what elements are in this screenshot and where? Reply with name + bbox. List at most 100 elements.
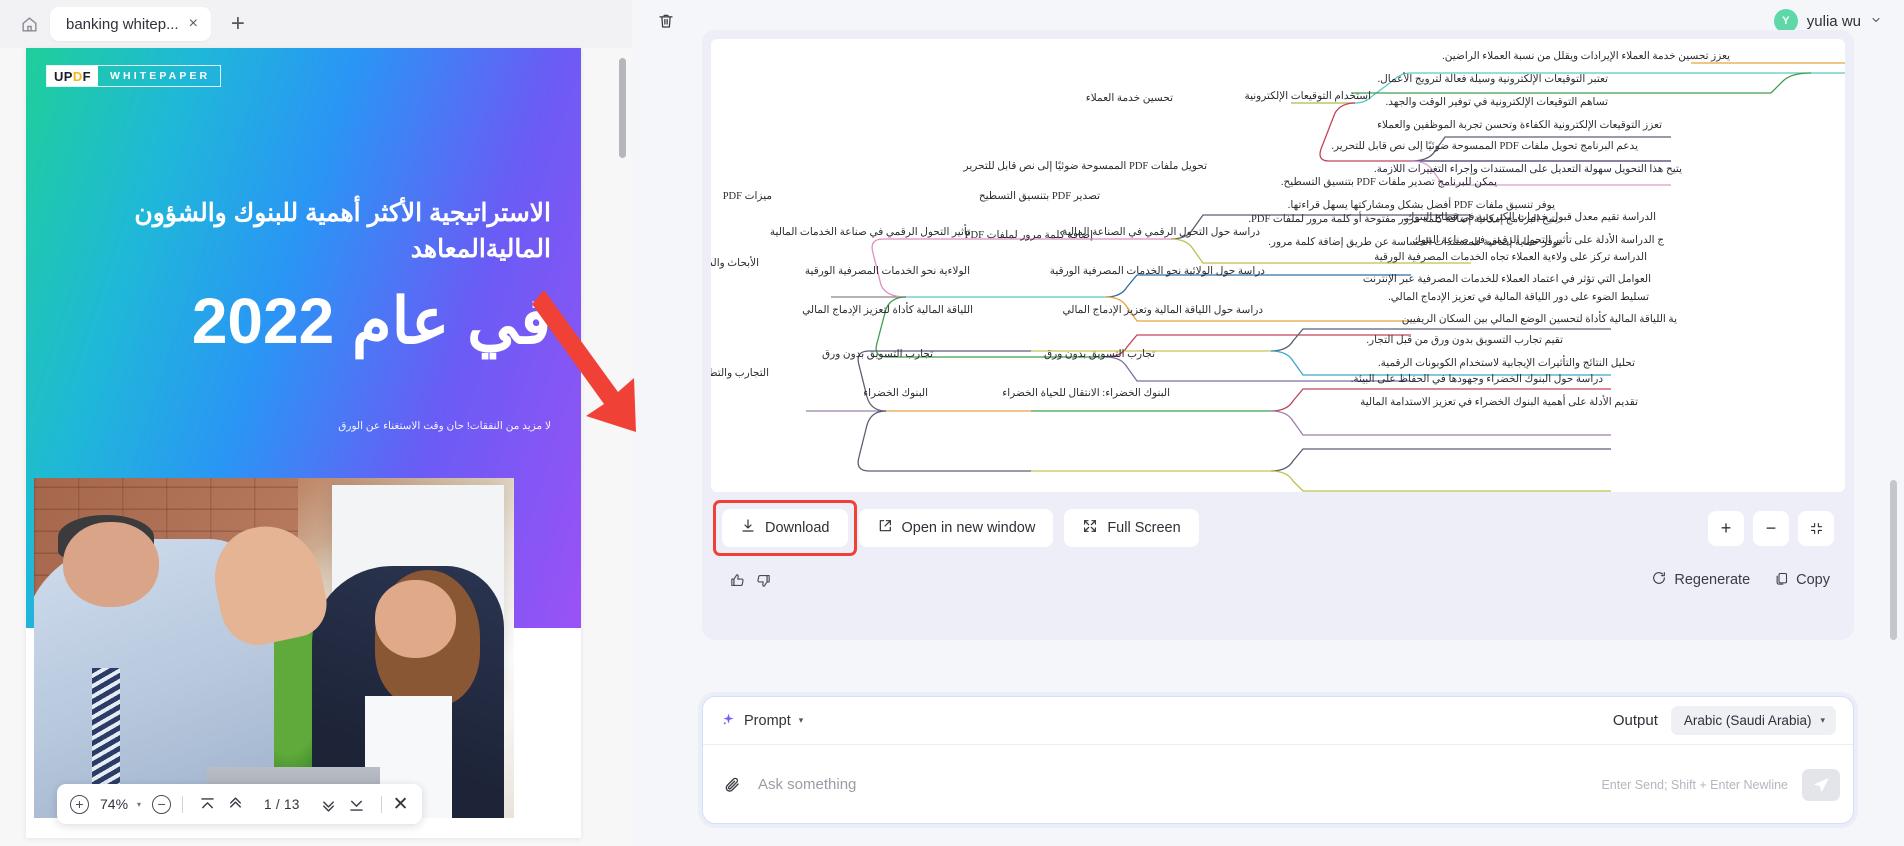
answer-card: تحسين خدمة العملاء يعزز تحسين خدمة العمل… [702, 30, 1854, 640]
send-button[interactable] [1802, 768, 1840, 801]
ai-assistant-panel: Y yulia wu تحسين خدمة العملاء يعزز تحسين… [632, 0, 1904, 846]
mindmap-node2-label[interactable]: دراسة حول التحول الرقمي في الصناعة المال… [1062, 226, 1260, 239]
cover-photo [34, 478, 514, 818]
copy-icon [1774, 571, 1789, 590]
mindmap-node-label[interactable]: البنوك الخضراء [863, 387, 928, 400]
prompt-options-row: Prompt ▾ Output Arabic (Saudi Arabia) ▾ [703, 697, 1853, 745]
updf-logo: UP D F [47, 66, 98, 86]
mindmap-leaf-label[interactable]: يتيح هذا التحويل سهولة التعديل على المست… [1374, 163, 1682, 176]
mindmap-node-label[interactable]: تصدير PDF بتنسيق التسطيح [979, 190, 1100, 203]
pdf-scrollbar[interactable] [619, 58, 626, 158]
feedback-actions: Regenerate Copy [1651, 570, 1830, 590]
mindmap-canvas[interactable]: تحسين خدمة العملاء يعزز تحسين خدمة العمل… [711, 39, 1845, 492]
mindmap-node-label[interactable]: استخدام التوقيعات الإلكترونية [1244, 90, 1371, 103]
mindmap-leaf-label[interactable]: تحليل النتائج والتأثيرات الإيجابية لاستخ… [1378, 357, 1635, 370]
mindmap-leaf-label[interactable]: تعتبر التوقيعات الإلكترونية وسيلة فعالة … [1378, 73, 1608, 86]
mindmap-zoom-in-button[interactable]: + [1708, 510, 1744, 546]
close-icon[interactable]: × [189, 16, 198, 32]
prompt-mode-selector[interactable]: Prompt ▾ [721, 712, 803, 730]
mindmap-leaf-label[interactable]: ج الدراسة الأدلة على تأثير التحول الرقمي… [1412, 234, 1664, 247]
mindmap-leaf-label[interactable]: العوامل التي تؤثر في اعتماد العملاء للخد… [1363, 273, 1651, 286]
copy-button[interactable]: Copy [1774, 571, 1830, 590]
output-language-group: Output Arabic (Saudi Arabia) ▾ [1613, 706, 1836, 735]
zoom-in-button[interactable]: + [70, 794, 89, 814]
pdf-page-1: UP D F WHITEPAPER الاستراتيجية الأكثر أهمي… [26, 48, 581, 838]
language-selector[interactable]: Arabic (Saudi Arabia) ▾ [1670, 706, 1836, 735]
mindmap-leaf-label[interactable]: يمكن للبرنامج تصدير ملفات PDF بتنسيق الت… [1281, 176, 1497, 189]
divider [182, 795, 184, 813]
regenerate-button[interactable]: Regenerate [1651, 570, 1750, 590]
cover-subtitle: لا مزيد من النفقات! حان وقت الاستغناء عن… [338, 420, 551, 432]
search-input[interactable] [758, 776, 1602, 793]
fit-screen-icon[interactable] [1798, 510, 1834, 546]
mindmap-leaf-label[interactable]: دراسة حول البنوك الخضراء وجهودها في الحف… [1351, 373, 1603, 386]
application-window: banking whitep... × + UP D F WHITEPAPER ال… [0, 0, 1904, 846]
sparkle-icon [721, 712, 736, 730]
paperclip-icon[interactable] [723, 775, 742, 794]
mindmap-leaf-label[interactable]: تسليط الضوء على دور اللياقة المالية في ت… [1388, 291, 1649, 304]
mindmap-root-label[interactable]: التجارب والتطبيقات [711, 367, 769, 380]
pdf-document-area: UP D F WHITEPAPER الاستراتيجية الأكثر أهمي… [0, 48, 632, 846]
browser-tab-bar: banking whitep... × + [0, 0, 632, 48]
mindmap-root-label[interactable]: تحسين خدمة العملاء [1086, 92, 1173, 105]
regenerate-label: Regenerate [1674, 572, 1751, 588]
mindmap-leaf-label[interactable]: تقيم تجارب التسويق بدون ورق من قبل التجا… [1366, 334, 1563, 347]
mindmap-leaf-label[interactable]: يعزز تحسين خدمة العملاء الإيرادات ويقلل … [1442, 50, 1730, 63]
panel-scrollbar[interactable] [1890, 480, 1897, 640]
mindmap-node2-label[interactable]: البنوك الخضراء: الانتقال للحياة الخضراء [1002, 387, 1170, 400]
open-new-window-label: Open in new window [901, 520, 1036, 536]
tab-title: banking whitep... [66, 15, 179, 33]
mindmap-leaf-label[interactable]: يدعم البرنامج تحويل ملفات PDF الممسوحة ض… [1331, 140, 1638, 153]
zoom-out-button[interactable]: − [152, 794, 172, 814]
page-indicator[interactable]: 1 / 13 [255, 793, 309, 815]
trash-icon[interactable] [652, 7, 680, 35]
next-page-icon[interactable] [316, 791, 342, 817]
browser-tab[interactable]: banking whitep... × [50, 7, 211, 41]
mindmap-leaf-label[interactable]: تساهم التوقيعات الإلكترونية في توفير الو… [1386, 96, 1608, 109]
download-icon [740, 518, 756, 538]
full-screen-button[interactable]: Full Screen [1064, 509, 1199, 547]
thumbs-down-icon[interactable] [750, 567, 776, 593]
feedback-bar: Regenerate Copy [711, 561, 1845, 593]
close-viewer-button[interactable]: ✕ [393, 795, 409, 814]
prompt-mode-label: Prompt [744, 712, 791, 729]
mindmap-node-label[interactable]: الولاءية نحو الخدمات المصرفية الورقية [805, 265, 970, 278]
mindmap-zoom-out-button[interactable]: − [1753, 510, 1789, 546]
mindmap-node2-label[interactable]: دراسة حول اللياقة المالية وتعزيز الإدماج… [1063, 304, 1263, 317]
mindmap-zoom-controls: + − [1708, 510, 1834, 546]
mindmap-root-label[interactable]: ميزات PDF [723, 190, 772, 203]
whitepaper-label: WHITEPAPER [110, 70, 211, 82]
thumbs-up-icon[interactable] [724, 567, 750, 593]
last-page-icon[interactable] [344, 791, 370, 817]
mindmap-node-label[interactable]: تأثير التحول الرقمي في صناعة الخدمات الم… [770, 226, 970, 239]
mindmap-leaf-label[interactable]: ية اللياقة المالية كأداة لتحسين الوضع ال… [1402, 313, 1677, 326]
chevron-down-icon: ▾ [798, 715, 804, 725]
prev-page-icon[interactable] [222, 791, 248, 817]
chevron-down-icon: ▾ [1820, 715, 1825, 725]
mindmap-node2-label[interactable]: تجارب التسويق بدون ورق [1044, 348, 1155, 361]
mindmap-root-label[interactable]: الأبحاث والدراسات [711, 257, 759, 270]
output-label: Output [1612, 712, 1658, 729]
mindmap-leaf-label[interactable]: تقديم الأدلة على أهمية البنوك الخضراء في… [1360, 396, 1638, 409]
mindmap-leaf-label[interactable]: تعزز التوقيعات الإلكترونية الكفاءة وتحسن… [1377, 119, 1662, 132]
download-button[interactable]: Download [713, 500, 857, 556]
language-value: Arabic (Saudi Arabia) [1683, 713, 1812, 728]
chevron-down-icon[interactable]: ▾ [137, 800, 141, 809]
external-link-icon [877, 518, 893, 538]
new-tab-button[interactable]: + [231, 12, 245, 36]
pdf-viewer-panel: banking whitep... × + UP D F WHITEPAPER ال… [0, 0, 632, 846]
mindmap-node-label[interactable]: تجارب التسويق بدون ورق [822, 348, 933, 361]
mindmap-node-label[interactable]: تحويل ملفات PDF الممسوحة ضوئيًا إلى نص ق… [964, 160, 1207, 173]
open-new-window-button[interactable]: Open in new window [858, 509, 1054, 547]
mindmap-leaf-label[interactable]: الدراسة تقيم معدل قبول خدمات الكترونية ف… [1403, 211, 1656, 224]
first-page-icon[interactable] [194, 791, 220, 817]
prompt-input-row: Enter Send; Shift + Enter Newline [703, 745, 1853, 824]
mindmap-action-bar: Download Open in new window Full Screen … [711, 492, 1845, 561]
chevron-down-icon [1870, 14, 1882, 29]
mindmap-leaf-label[interactable]: الدراسة تركز على ولاءية العملاء تجاه الخ… [1374, 251, 1647, 264]
download-label: Download [765, 520, 830, 536]
mindmap-node-label[interactable]: اللياقة المالية كأداة لتعزيز الإدماج الم… [802, 304, 973, 317]
mindmap-node2-label[interactable]: دراسة حول الولائية نحو الخدمات المصرفية … [1050, 265, 1265, 278]
home-icon[interactable] [14, 9, 44, 39]
full-screen-label: Full Screen [1107, 520, 1181, 536]
